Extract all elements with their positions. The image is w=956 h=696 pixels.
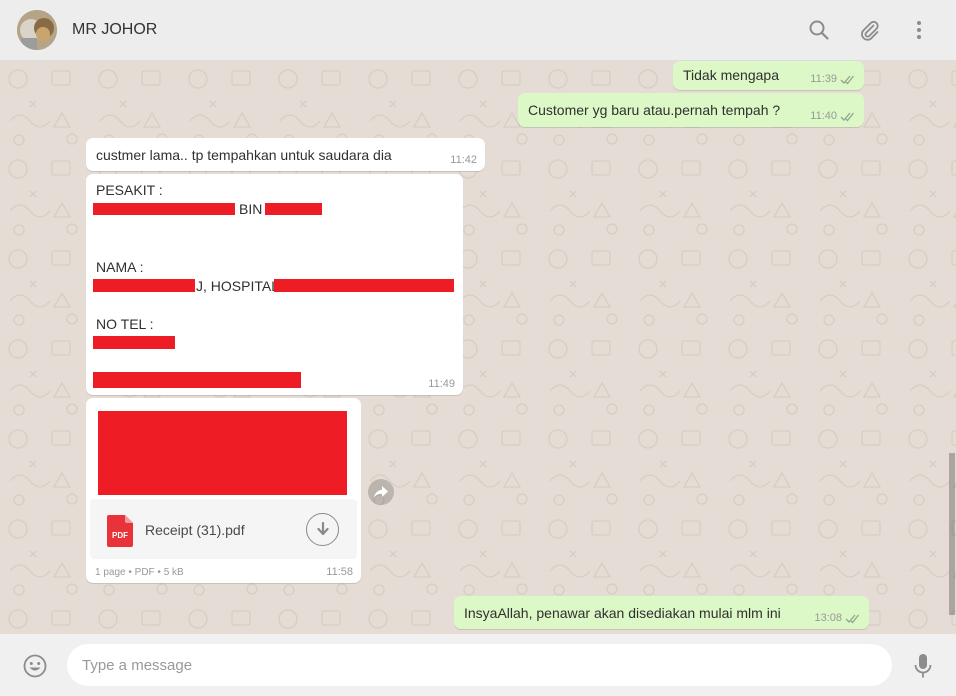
message-outgoing[interactable]: Customer yg baru atau.pernah tempah ? 11… bbox=[518, 93, 864, 127]
document-preview[interactable] bbox=[98, 411, 347, 495]
redaction-block bbox=[274, 279, 454, 292]
download-button[interactable] bbox=[306, 513, 339, 546]
pdf-badge-text: PDF bbox=[112, 531, 128, 540]
document-file-name: Receipt (31).pdf bbox=[145, 522, 245, 538]
document-attachment[interactable]: PDF Receipt (31).pdf bbox=[90, 499, 357, 559]
label-pesakit: PESAKIT : bbox=[96, 182, 163, 198]
message-text: Tidak mengapa bbox=[683, 67, 779, 83]
label-bin: BIN bbox=[239, 201, 263, 217]
message-time: 11:49 bbox=[428, 378, 455, 390]
message-time: 13:08 bbox=[814, 612, 842, 624]
message-text: Customer yg baru atau.pernah tempah ? bbox=[528, 102, 781, 118]
redaction-block bbox=[93, 203, 235, 215]
label-nama: NAMA : bbox=[96, 259, 144, 275]
message-meta: 13:08 bbox=[814, 612, 861, 624]
document-meta: 1 page • PDF • 5 kB bbox=[95, 567, 184, 578]
download-arrow-icon bbox=[316, 521, 329, 535]
message-text: InsyaAllah, penawar akan disediakan mula… bbox=[464, 605, 781, 621]
label-hospital: J, HOSPITAL bbox=[196, 278, 279, 294]
conversation-panel[interactable]: Tidak mengapa 11:39 Customer yg baru ata… bbox=[0, 61, 956, 634]
forward-icon bbox=[374, 486, 388, 498]
message-time: 11:40 bbox=[810, 110, 837, 122]
read-ticks-icon bbox=[840, 112, 855, 121]
message-time: 11:42 bbox=[450, 154, 477, 166]
contact-name[interactable]: MR JOHOR bbox=[72, 21, 157, 39]
forward-button[interactable] bbox=[368, 479, 394, 505]
message-incoming[interactable]: custmer lama.. tp tempahkan untuk saudar… bbox=[86, 138, 485, 171]
read-ticks-icon bbox=[845, 614, 860, 623]
emoji-icon[interactable] bbox=[22, 653, 48, 679]
pdf-file-icon: PDF bbox=[107, 515, 133, 547]
message-meta: 11:39 bbox=[810, 73, 856, 85]
message-incoming[interactable]: PESAKIT : BIN NAMA : J, HOSPITAL NO TEL … bbox=[86, 174, 463, 395]
contact-avatar[interactable] bbox=[17, 10, 57, 50]
label-notel: NO TEL : bbox=[96, 316, 154, 332]
composer-bar bbox=[0, 634, 956, 696]
message-incoming-document[interactable]: PDF Receipt (31).pdf 1 page • PDF • 5 kB… bbox=[86, 398, 361, 583]
redaction-block bbox=[93, 372, 301, 388]
message-text: custmer lama.. tp tempahkan untuk saudar… bbox=[96, 147, 392, 163]
redaction-block bbox=[265, 203, 322, 215]
chat-scrollbar[interactable] bbox=[949, 453, 955, 615]
message-input[interactable] bbox=[67, 644, 892, 686]
message-outgoing[interactable]: Tidak mengapa 11:39 bbox=[673, 61, 864, 90]
redaction-block bbox=[93, 279, 195, 292]
microphone-icon[interactable] bbox=[913, 653, 933, 679]
read-ticks-icon bbox=[840, 75, 855, 84]
redaction-block bbox=[93, 336, 175, 349]
menu-icon[interactable] bbox=[907, 18, 931, 42]
chat-header: MR JOHOR bbox=[0, 0, 956, 61]
message-outgoing[interactable]: InsyaAllah, penawar akan disediakan mula… bbox=[454, 596, 869, 629]
message-time: 11:39 bbox=[810, 73, 837, 85]
message-time: 11:58 bbox=[326, 566, 353, 578]
message-meta: 11:40 bbox=[810, 110, 856, 122]
search-icon[interactable] bbox=[807, 18, 831, 42]
attach-icon[interactable] bbox=[857, 18, 881, 42]
